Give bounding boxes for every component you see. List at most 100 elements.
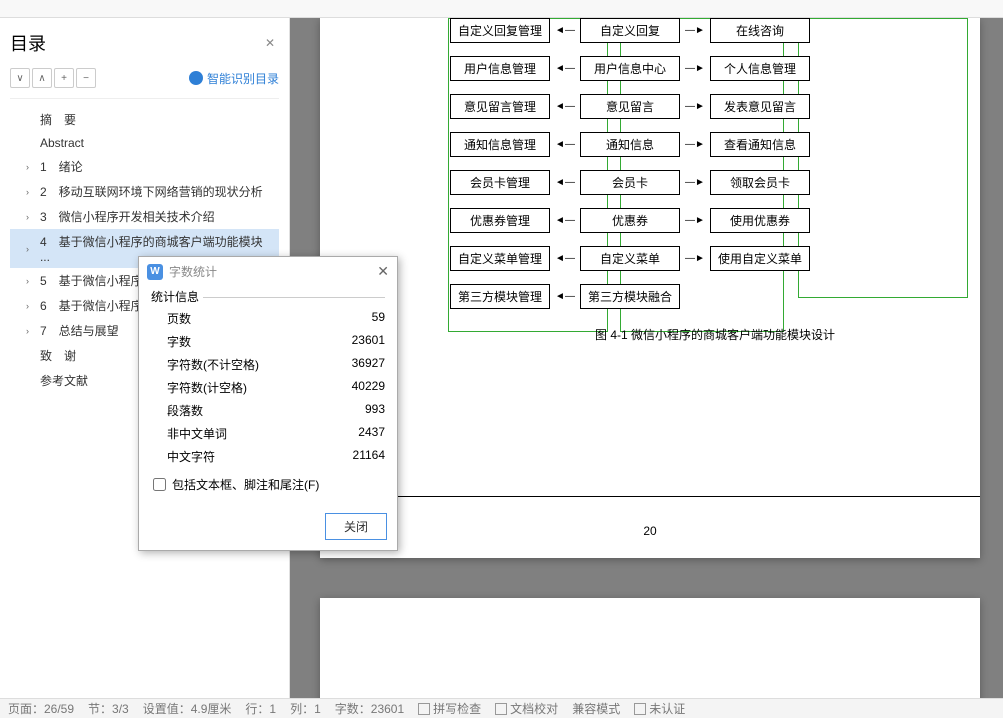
diagram-box-left: 优惠券管理 [450, 208, 550, 233]
arrow-icon: —► [680, 139, 710, 150]
toc-item[interactable]: › 1 绪论 [10, 154, 279, 179]
toc-item[interactable]: ›3 微信小程序开发相关技术介绍 [10, 204, 279, 229]
status-position[interactable]: 设置值：4.9厘米 [143, 700, 232, 717]
stat-key: 字符数(不计空格) [167, 356, 259, 373]
stat-row: 段落数 993 [151, 399, 385, 422]
stat-value: 36927 [352, 356, 385, 373]
arrow-icon: ◄— [550, 253, 580, 264]
diagram-box-right: 查看通知信息 [710, 132, 810, 157]
arrow-icon: ◄— [550, 215, 580, 226]
stat-key: 页数 [167, 310, 191, 327]
stat-value: 40229 [352, 379, 385, 396]
top-ruler [0, 0, 1003, 18]
sidebar-title: 目录 [10, 30, 46, 56]
status-words[interactable]: 字数：23601 [335, 700, 404, 717]
dialog-header[interactable]: W 字数统计 ✕ [139, 257, 397, 286]
stat-row: 中文字符 21164 [151, 445, 385, 468]
page-2 [320, 598, 980, 698]
arrow-icon: —► [680, 177, 710, 188]
sidebar-header: 目录 ✕ [10, 26, 279, 64]
diagram-box-mid: 自定义回复 [580, 18, 680, 43]
smart-toc-label: 智能识别目录 [207, 70, 279, 87]
dialog-footer: 关闭 [139, 507, 397, 550]
diagram-row: 会员卡管理◄—会员卡—►领取会员卡 [450, 170, 980, 194]
expand-icon[interactable]: ∧ [32, 68, 52, 88]
diagram-row: 自定义菜单管理◄—自定义菜单—►使用自定义菜单 [450, 246, 980, 270]
status-doccheck[interactable]: 文档校对 [495, 700, 558, 717]
status-page[interactable]: 页面：26/59 [8, 700, 74, 717]
arrow-icon: —► [680, 63, 710, 74]
toc-item-label: 2 移动互联网环境下网络营销的现状分析 [40, 183, 263, 200]
stats-section-label: 统计信息 [151, 286, 385, 307]
status-section[interactable]: 节：3/3 [88, 700, 129, 717]
stat-value: 59 [372, 310, 385, 327]
diagram-caption: 图 4-1 微信小程序的商城客户端功能模块设计 [450, 326, 980, 343]
page-number: 20 [643, 524, 656, 538]
stat-key: 中文字符 [167, 448, 215, 465]
arrow-icon: ◄— [550, 139, 580, 150]
diagram-row: 用户信息管理◄—用户信息中心—►个人信息管理 [450, 56, 980, 80]
diagram-box-right: 使用自定义菜单 [710, 246, 810, 271]
chevron-right-icon: › [26, 212, 34, 222]
diagram-box-mid: 第三方模块融合 [580, 284, 680, 309]
status-row[interactable]: 行：1 [245, 700, 276, 717]
status-col[interactable]: 列：1 [290, 700, 321, 717]
stat-row: 页数 59 [151, 307, 385, 330]
stat-key: 段落数 [167, 402, 203, 419]
toc-item-label: 1 绪论 [40, 158, 83, 175]
arrow-icon: —► [680, 25, 710, 36]
stat-row: 非中文单词2437 [151, 422, 385, 445]
chevron-right-icon: › [26, 187, 34, 197]
arrow-icon: —► [680, 101, 710, 112]
stat-key: 非中文单词 [167, 425, 227, 442]
dialog-close-icon[interactable]: ✕ [377, 263, 389, 280]
plus-icon[interactable]: + [54, 68, 74, 88]
status-auth[interactable]: 未认证 [634, 700, 685, 717]
diagram-row: 意见留言管理◄—意见留言—►发表意见留言 [450, 94, 980, 118]
status-spell[interactable]: 拼写检查 [418, 700, 481, 717]
diagram-row: 优惠券管理◄—优惠券—►使用优惠券 [450, 208, 980, 232]
chevron-right-icon: › [26, 326, 34, 336]
include-footnotes-checkbox[interactable]: 包括文本框、脚注和尾注(F) [151, 468, 385, 497]
page-separator-line [320, 496, 980, 497]
checkbox-input[interactable] [153, 478, 166, 491]
close-button[interactable]: 关闭 [325, 513, 387, 540]
app-icon: W [147, 264, 163, 280]
toc-item-label: 摘 要 [40, 111, 76, 128]
diagram-box-right: 领取会员卡 [710, 170, 810, 195]
stat-key: 字数 [167, 333, 191, 350]
arrow-icon: ◄— [550, 101, 580, 112]
stat-row: 字数23601 [151, 330, 385, 353]
diagram-box-mid: 通知信息 [580, 132, 680, 157]
close-icon[interactable]: ✕ [265, 36, 279, 50]
diagram-box-left: 意见留言管理 [450, 94, 550, 119]
stat-key: 字符数(计空格) [167, 379, 247, 396]
arrow-icon: —► [680, 215, 710, 226]
word-count-dialog: W 字数统计 ✕ 统计信息 页数59字数23601字符数(不计空格)36927字… [138, 256, 398, 551]
toc-item[interactable]: 摘 要 [10, 107, 279, 132]
auth-icon [634, 703, 646, 715]
smart-toc-button[interactable]: 智能识别目录 [189, 70, 279, 87]
stat-value: 993 [365, 402, 385, 419]
diagram-box-mid: 意见留言 [580, 94, 680, 119]
page-1: 自定义回复管理◄—自定义回复—►在线咨询用户信息管理◄—用户信息中心—►个人信息… [320, 18, 980, 558]
smart-icon [189, 71, 203, 85]
toc-item[interactable]: › 2 移动互联网环境下网络营销的现状分析 [10, 179, 279, 204]
diagram-box-left: 会员卡管理 [450, 170, 550, 195]
toc-item[interactable]: Abstract [10, 132, 279, 154]
dialog-title: 字数统计 [169, 263, 371, 280]
chevron-right-icon: › [26, 162, 34, 172]
toc-item-label: 7 总结与展望 [40, 322, 119, 339]
stat-value: 21164 [353, 448, 385, 465]
collapse-icon[interactable]: ∨ [10, 68, 30, 88]
minus-icon[interactable]: − [76, 68, 96, 88]
diagram-box-left: 第三方模块管理 [450, 284, 550, 309]
dialog-body: 统计信息 页数 59 字数23601 字符数(不计空格) 36927 字符数(计空格) 40… [139, 286, 397, 507]
arrow-icon: ◄— [550, 25, 580, 36]
toc-item-label: 参考文献 [40, 372, 88, 389]
chevron-right-icon: › [26, 244, 34, 254]
arrow-icon: —► [680, 253, 710, 264]
status-mode[interactable]: 兼容模式 [572, 700, 620, 717]
stat-row: 字符数(不计空格) 36927 [151, 353, 385, 376]
diagram-box-right: 在线咨询 [710, 18, 810, 43]
